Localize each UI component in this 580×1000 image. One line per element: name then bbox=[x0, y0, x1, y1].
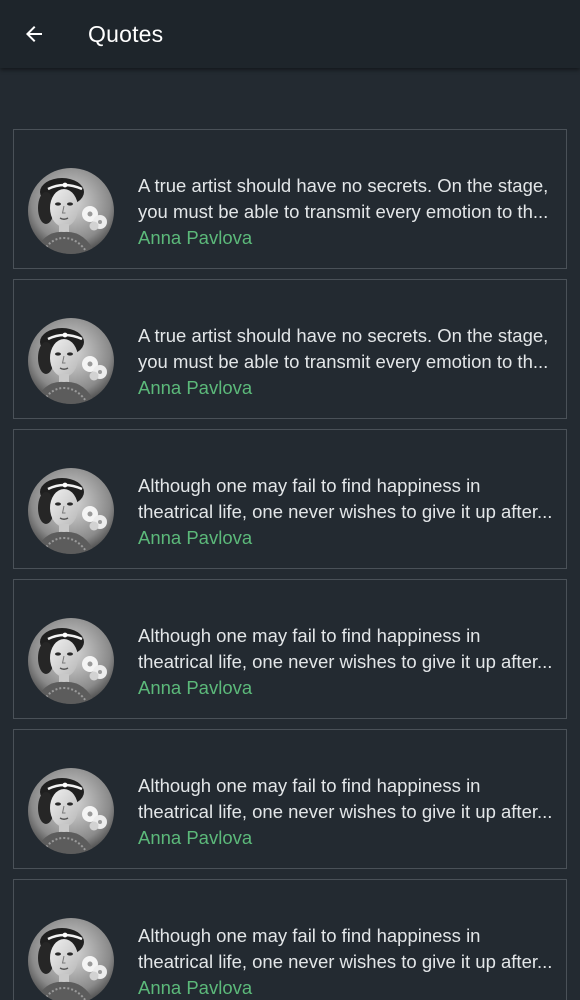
author-avatar bbox=[28, 168, 114, 254]
quote-line-2: theatrical life, one never wishes to giv… bbox=[138, 501, 553, 522]
quote-line-1: Although one may fail to find happiness … bbox=[138, 625, 481, 646]
quote-card[interactable]: A true artist should have no secrets. On… bbox=[13, 129, 567, 269]
quote-author: Anna Pavlova bbox=[138, 827, 253, 848]
quote-author: Anna Pavlova bbox=[138, 677, 253, 698]
quote-line-2: theatrical life, one never wishes to giv… bbox=[138, 651, 553, 672]
quote-text: A true artist should have no secrets. On… bbox=[138, 173, 558, 225]
quote-line-1: Although one may fail to find happiness … bbox=[138, 925, 481, 946]
quote-card[interactable]: Although one may fail to find happiness … bbox=[13, 579, 567, 719]
quote-text: Although one may fail to find happiness … bbox=[138, 473, 558, 525]
quote-line-1: A true artist should have no secrets. On… bbox=[138, 175, 549, 196]
quote-line-2: you must be able to transmit every emoti… bbox=[138, 201, 549, 222]
quote-author: Anna Pavlova bbox=[138, 227, 253, 248]
app-screen: Quotes A true artist should have no secr… bbox=[0, 0, 580, 1000]
quote-card[interactable]: Although one may fail to find happiness … bbox=[13, 729, 567, 869]
app-bar: Quotes bbox=[0, 0, 580, 68]
quote-line-2: theatrical life, one never wishes to giv… bbox=[138, 951, 553, 972]
quote-line-2: theatrical life, one never wishes to giv… bbox=[138, 801, 553, 822]
quote-line-1: Although one may fail to find happiness … bbox=[138, 775, 481, 796]
arrow-back-icon bbox=[22, 22, 46, 46]
quote-line-1: Although one may fail to find happiness … bbox=[138, 475, 481, 496]
author-avatar bbox=[28, 768, 114, 854]
quote-author: Anna Pavlova bbox=[138, 977, 253, 998]
quote-card[interactable]: A true artist should have no secrets. On… bbox=[13, 279, 567, 419]
quote-text: A true artist should have no secrets. On… bbox=[138, 323, 558, 375]
quote-line-2: you must be able to transmit every emoti… bbox=[138, 351, 549, 372]
author-avatar bbox=[28, 468, 114, 554]
author-avatar bbox=[28, 618, 114, 704]
quote-card[interactable]: Although one may fail to find happiness … bbox=[13, 429, 567, 569]
author-avatar bbox=[28, 318, 114, 404]
quote-author: Anna Pavlova bbox=[138, 377, 253, 398]
page-title: Quotes bbox=[88, 21, 164, 47]
quote-text: Although one may fail to find happiness … bbox=[138, 923, 558, 975]
author-avatar bbox=[28, 918, 114, 1000]
back-button[interactable] bbox=[14, 14, 54, 54]
quote-card[interactable]: Although one may fail to find happiness … bbox=[13, 879, 567, 1000]
quote-text: Although one may fail to find happiness … bbox=[138, 623, 558, 675]
quote-line-1: A true artist should have no secrets. On… bbox=[138, 325, 549, 346]
quote-text: Although one may fail to find happiness … bbox=[138, 773, 558, 825]
quote-list: A true artist should have no secrets. On… bbox=[0, 129, 580, 1000]
quote-author: Anna Pavlova bbox=[138, 527, 253, 548]
